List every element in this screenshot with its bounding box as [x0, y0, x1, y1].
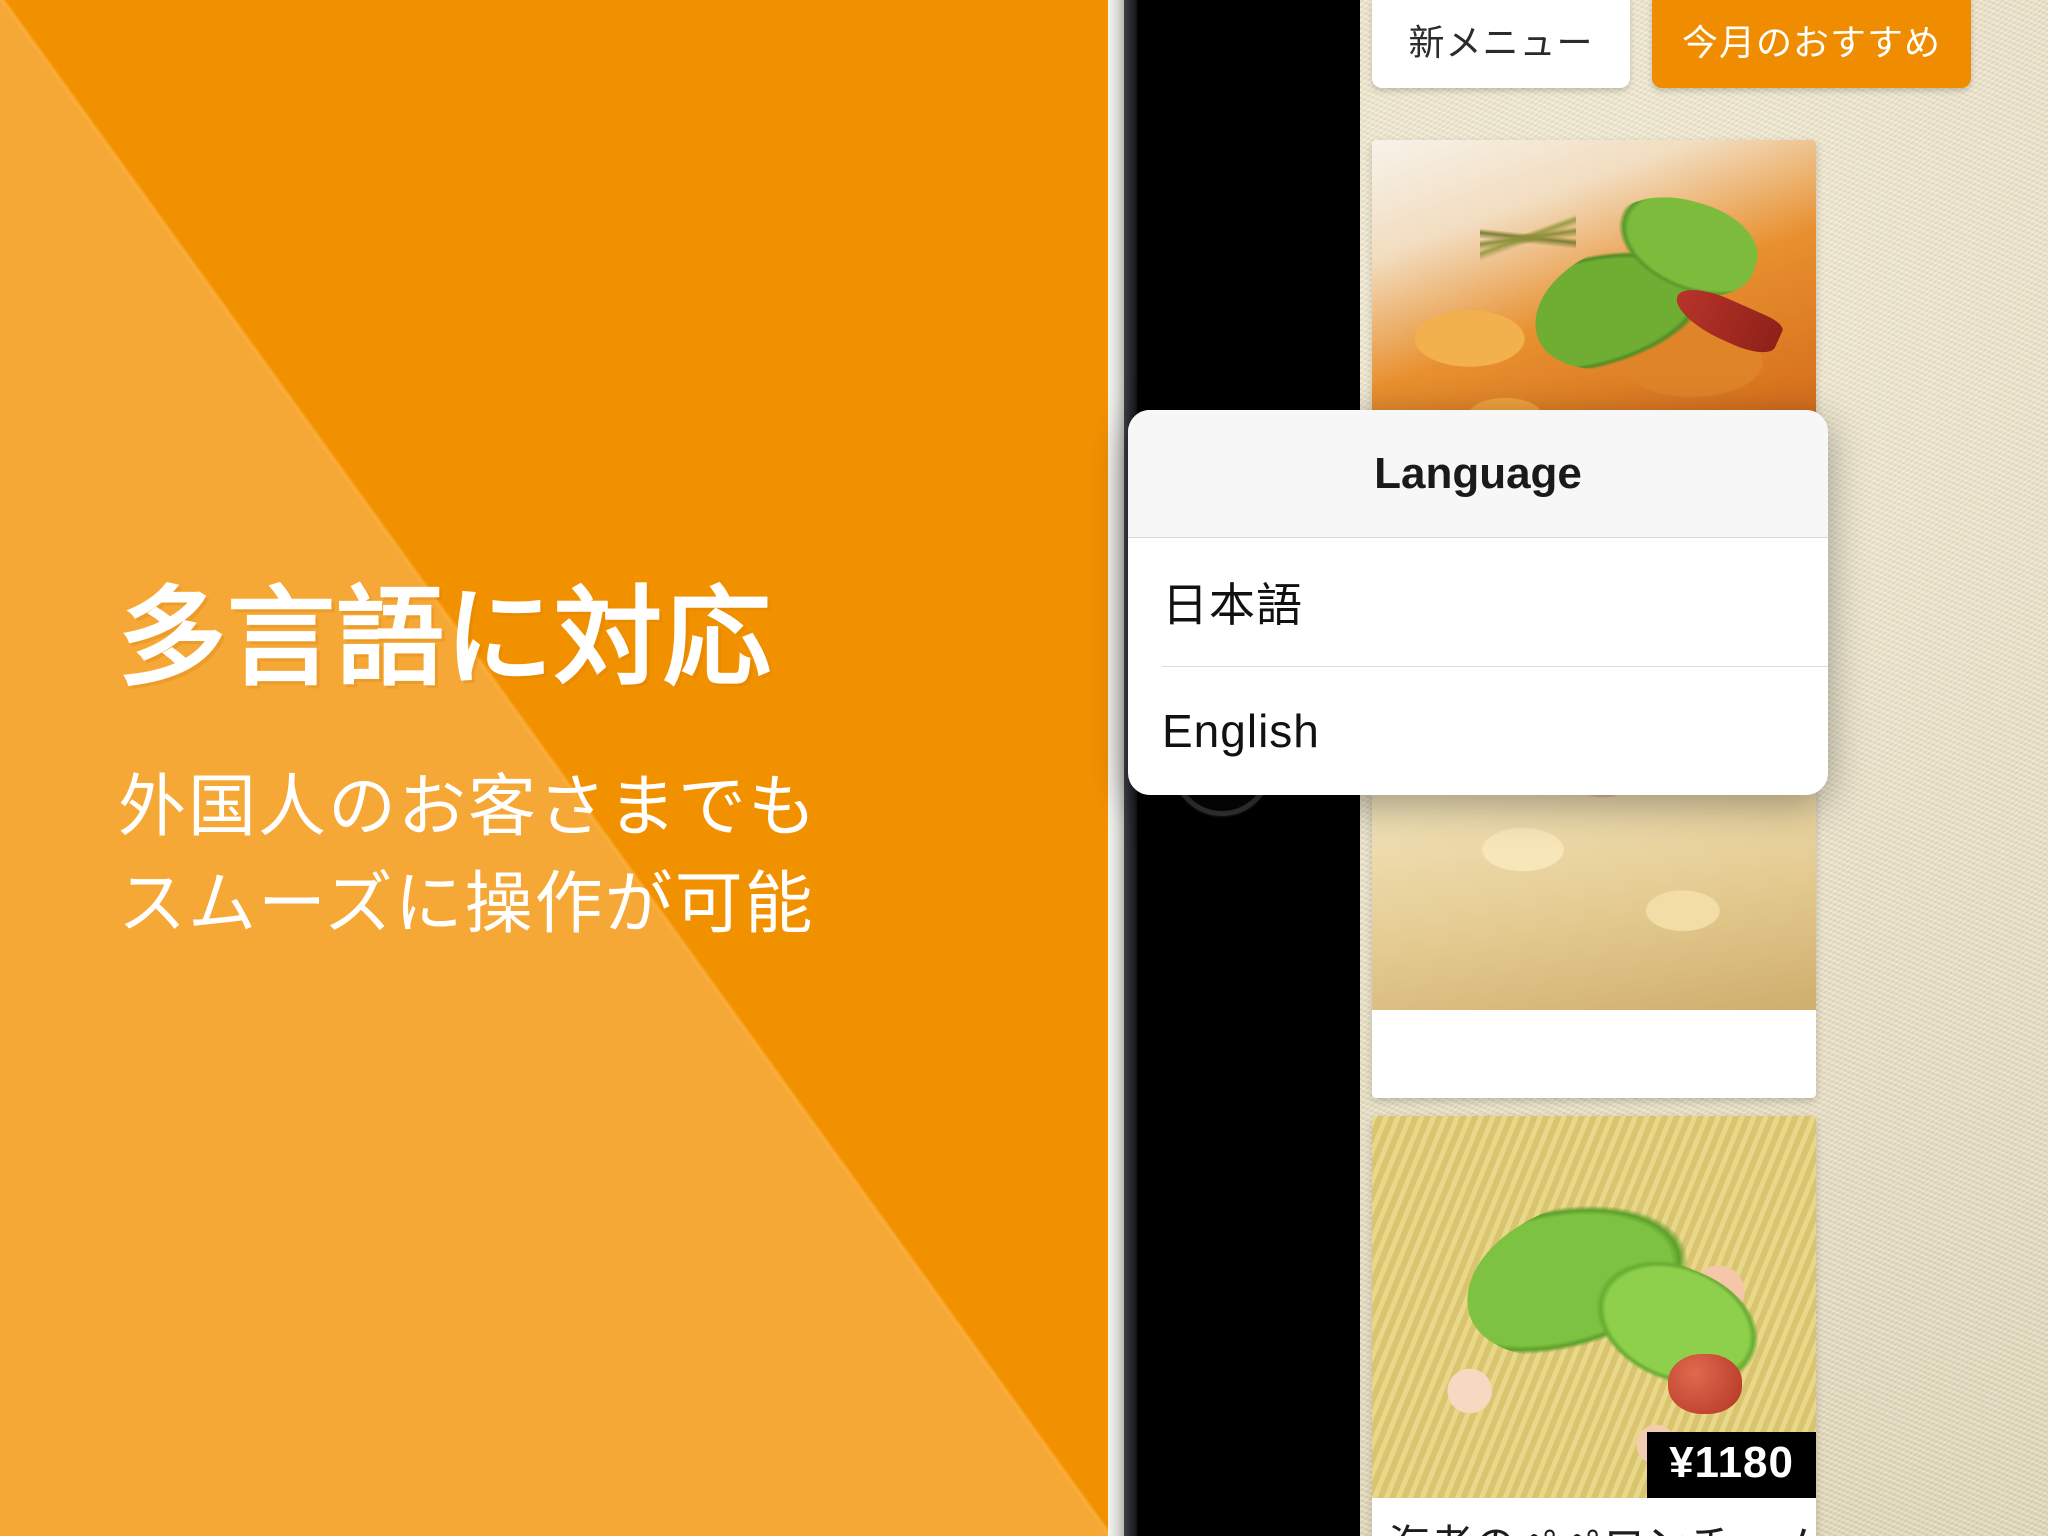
language-option-japanese[interactable]: 日本語: [1128, 538, 1828, 666]
promo-subtitle-line-1: 外国人のお客さまでも: [118, 769, 819, 846]
tomato-icon: [1668, 1354, 1742, 1414]
language-option-english[interactable]: English: [1128, 667, 1828, 795]
category-tabs: 新メニュー 今月のおすすめ: [1360, 0, 1972, 88]
promo-subtitle: 外国人のお客さまでも スムーズに操作が可能: [118, 759, 1108, 952]
language-dialog: Language 日本語 English: [1128, 410, 1828, 795]
tab-monthly-recommend-label: 今月のおすすめ: [1682, 22, 1942, 63]
price-badge: ¥1180: [1647, 1432, 1816, 1498]
tab-new-menu-label: 新メニュー: [1408, 22, 1594, 63]
promo-panel: 多言語に対応 外国人のお客さまでも スムーズに操作が可能: [0, 0, 1108, 1536]
menu-item-photo: ¥1180: [1372, 1116, 1816, 1498]
device-side-edge: [1108, 0, 1124, 1536]
menu-grid: ペンネ ¥1180 海老のペペロンチーノ: [1372, 140, 2048, 1536]
menu-card[interactable]: ¥1180 海老のペペロンチーノ: [1372, 1116, 1816, 1536]
screenshot-stage: 多言語に対応 外国人のお客さまでも スムーズに操作が可能 新メニュー 今月のおす…: [0, 0, 2048, 1536]
promo-headline: 多言語に対応: [118, 576, 773, 698]
menu-item-name: 海老のペペロンチーノ: [1372, 1498, 1816, 1536]
tab-monthly-recommend[interactable]: 今月のおすすめ: [1652, 0, 1972, 88]
promo-copy: 多言語に対応 外国人のお客さまでも スムーズに操作が可能: [0, 0, 1108, 1536]
language-dialog-title: Language: [1128, 410, 1828, 538]
tab-new-menu[interactable]: 新メニュー: [1372, 0, 1630, 88]
promo-subtitle-line-2: スムーズに操作が可能: [118, 865, 815, 942]
menu-item-name: [1372, 1010, 1816, 1098]
